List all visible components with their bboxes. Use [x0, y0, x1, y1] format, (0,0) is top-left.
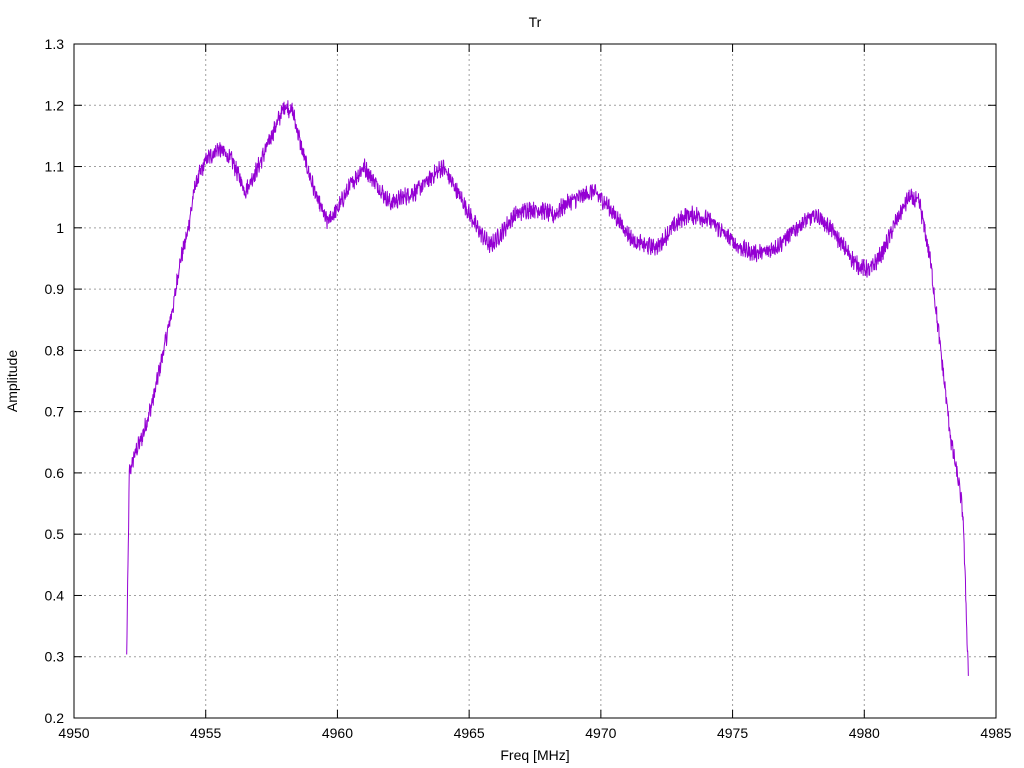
y-tick-label: 0.9: [45, 281, 65, 297]
y-tick-label: 0.7: [45, 404, 65, 420]
series-layer: [126, 100, 969, 676]
x-tick-label: 4950: [58, 725, 89, 741]
series-line: [126, 100, 969, 676]
y-tick-label: 0.3: [45, 649, 65, 665]
x-axis-label: Freq [MHz]: [500, 747, 569, 763]
axis-ticks: 4950 4955 4960 4965 4970 4975 4980 4985 0.2 0.3 0.…: [45, 36, 1012, 741]
y-tick-label: 1.3: [45, 36, 65, 52]
x-tick-label: 4970: [585, 725, 616, 741]
x-tick-label: 4985: [980, 725, 1011, 741]
y-tick-label: 0.8: [45, 342, 65, 358]
grid-lines: [74, 44, 996, 718]
x-tick-label: 4955: [190, 725, 221, 741]
chart-title: Tr: [529, 14, 542, 30]
y-tick-label: 0.2: [45, 710, 65, 726]
y-tick-label: 0.4: [45, 587, 65, 603]
y-tick-label: 0.5: [45, 526, 65, 542]
x-tick-label: 4965: [454, 725, 485, 741]
plot-frame: [73, 43, 997, 719]
x-tick-label: 4980: [849, 725, 880, 741]
x-tick-label: 4975: [717, 725, 748, 741]
y-tick-label: 1.2: [45, 97, 65, 113]
y-axis-label: Amplitude: [4, 350, 20, 412]
line-chart: 4950 4955 4960 4965 4970 4975 4980 4985 0.2 0.3 0.…: [4, 14, 1012, 763]
y-tick-label: 1: [56, 220, 64, 236]
y-tick-label: 1.1: [45, 159, 65, 175]
y-tick-label: 0.6: [45, 465, 65, 481]
x-tick-label: 4960: [322, 725, 353, 741]
